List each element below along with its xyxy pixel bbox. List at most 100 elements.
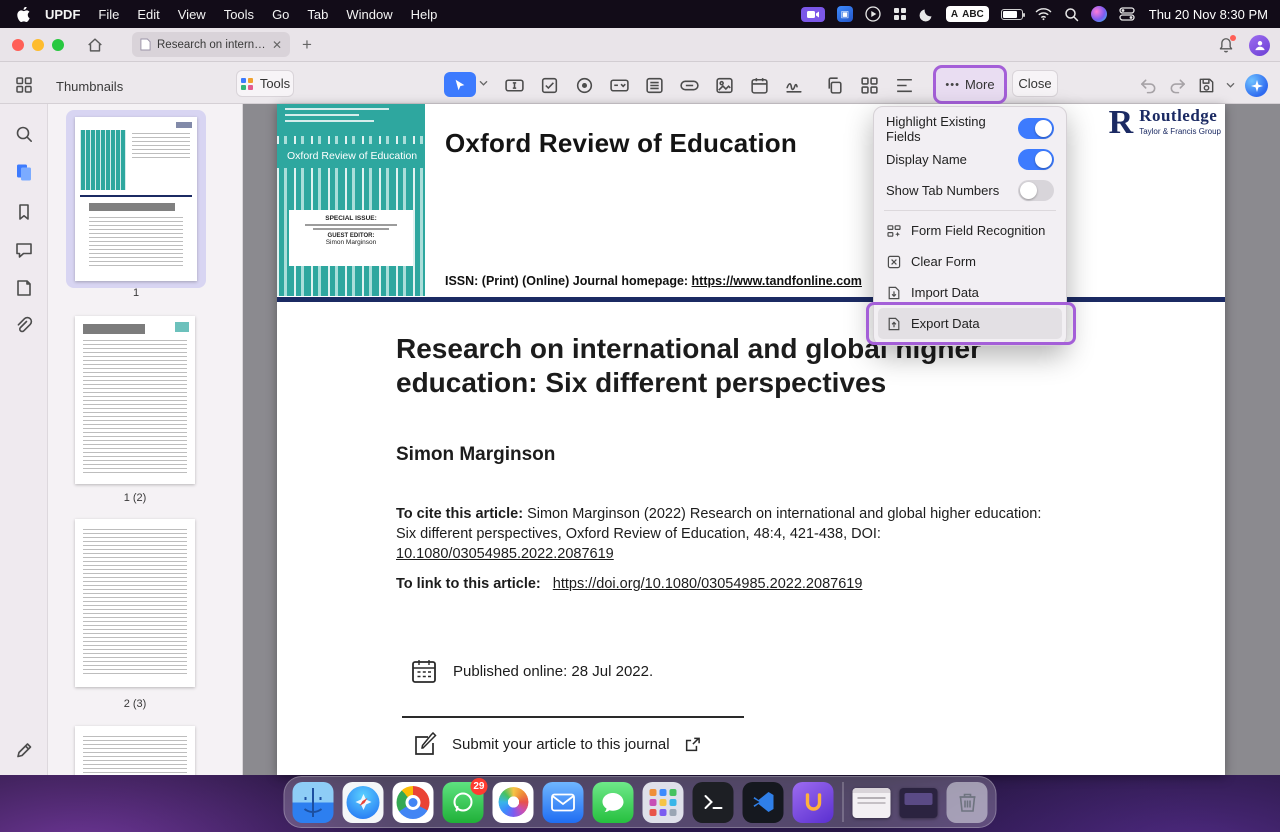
select-tool-button[interactable] xyxy=(444,72,476,97)
battery-icon[interactable] xyxy=(1001,5,1023,23)
account-avatar[interactable] xyxy=(1249,35,1270,56)
article-url-link[interactable]: https://doi.org/10.1080/03054985.2022.20… xyxy=(553,576,863,592)
text-field-tool-icon[interactable] xyxy=(503,74,525,96)
menubar-item-go[interactable]: Go xyxy=(263,7,298,22)
submit-article-link[interactable]: Submit your article to this journal xyxy=(452,736,670,753)
menubar-item-file[interactable]: File xyxy=(89,7,128,22)
menubar-item-view[interactable]: View xyxy=(169,7,215,22)
tools-button[interactable]: Tools xyxy=(236,70,294,97)
wifi-icon[interactable] xyxy=(1035,5,1052,23)
app-grid-icon[interactable] xyxy=(893,5,907,23)
minimize-window-button[interactable] xyxy=(32,39,44,51)
align-fields-icon[interactable] xyxy=(893,74,915,96)
external-link-icon[interactable] xyxy=(684,737,700,753)
thumbnail-label-1[interactable]: 1 xyxy=(66,287,206,299)
close-form-mode-button[interactable]: Close xyxy=(1012,70,1058,97)
menubar-item-help[interactable]: Help xyxy=(402,7,447,22)
journal-homepage-link[interactable]: https://www.tandfonline.com xyxy=(692,274,862,288)
dock-whatsapp-icon[interactable]: 29 xyxy=(443,782,484,823)
utility-icon[interactable]: ▣ xyxy=(837,5,853,23)
menubar-item-tab[interactable]: Tab xyxy=(298,7,337,22)
menu-item-clear-form[interactable]: Clear Form xyxy=(874,246,1066,277)
dock-window-preview-1[interactable] xyxy=(853,788,891,818)
menu-item-show-tab-numbers[interactable]: Show Tab Numbers xyxy=(874,175,1066,206)
screen-recording-icon[interactable] xyxy=(801,5,825,23)
comments-icon[interactable] xyxy=(14,240,34,260)
menu-item-highlight-existing-fields[interactable]: Highlight Existing Fields xyxy=(874,113,1066,144)
radio-button-tool-icon[interactable] xyxy=(573,74,595,96)
signature-field-tool-icon[interactable] xyxy=(783,74,805,96)
list-box-tool-icon[interactable] xyxy=(643,74,665,96)
ai-assistant-icon[interactable] xyxy=(1245,74,1268,97)
highlight-existing-fields-toggle[interactable] xyxy=(1018,118,1054,139)
more-button[interactable]: ••• More xyxy=(933,65,1007,104)
tab-close-icon[interactable]: ✕ xyxy=(272,38,282,52)
dark-mode-icon[interactable] xyxy=(919,5,934,23)
multi-select-grid-icon[interactable] xyxy=(858,74,880,96)
page-thumbnail-3[interactable] xyxy=(75,519,195,687)
dock-chrome-icon[interactable] xyxy=(393,782,434,823)
menu-item-import-data[interactable]: Import Data xyxy=(874,277,1066,308)
show-tab-numbers-toggle[interactable] xyxy=(1018,180,1054,201)
copy-fields-icon[interactable] xyxy=(823,74,845,96)
home-icon[interactable] xyxy=(86,36,104,54)
save-chevron-icon[interactable] xyxy=(1226,82,1235,89)
annotations-icon[interactable] xyxy=(14,278,34,298)
cover-journal-title: Oxford Review of Education xyxy=(277,144,425,168)
push-button-tool-icon[interactable] xyxy=(678,74,700,96)
menubar-item-window[interactable]: Window xyxy=(337,7,401,22)
page-thumbnails-icon[interactable] xyxy=(14,162,34,182)
dock-trash-icon[interactable] xyxy=(947,782,988,823)
dock-photos-icon[interactable] xyxy=(493,782,534,823)
redo-icon[interactable] xyxy=(1168,76,1187,95)
thumbnail-panel-icon[interactable] xyxy=(14,75,34,95)
display-name-toggle[interactable] xyxy=(1018,149,1054,170)
fill-sign-icon[interactable] xyxy=(14,740,34,760)
spotlight-icon[interactable] xyxy=(1064,5,1079,23)
pdf-page: Oxford Review of Education SPECIAL ISSUE… xyxy=(277,104,1225,775)
menubar-clock[interactable]: Thu 20 Nov 8:30 PM xyxy=(1141,7,1268,22)
document-tab[interactable]: Research on international... ✕ xyxy=(132,32,290,57)
new-tab-button[interactable]: + xyxy=(302,35,312,55)
image-field-tool-icon[interactable] xyxy=(713,74,735,96)
search-icon[interactable] xyxy=(14,124,34,144)
siri-icon[interactable] xyxy=(1091,5,1107,23)
close-window-button[interactable] xyxy=(12,39,24,51)
dock-terminal-icon[interactable] xyxy=(693,782,734,823)
dock-mail-icon[interactable] xyxy=(543,782,584,823)
date-field-tool-icon[interactable] xyxy=(748,74,770,96)
attachments-icon[interactable] xyxy=(14,316,34,336)
page-thumbnail-1[interactable] xyxy=(75,117,197,281)
page-thumbnail-2[interactable] xyxy=(75,316,195,484)
control-center-icon[interactable] xyxy=(1119,5,1135,23)
thumbnail-label-2[interactable]: 1 (2) xyxy=(65,492,205,504)
dock-messages-icon[interactable] xyxy=(593,782,634,823)
checkbox-tool-icon[interactable] xyxy=(538,74,560,96)
cover-guest-editor-name: Simon Marginson xyxy=(293,239,409,246)
thumbnail-label-3[interactable]: 2 (3) xyxy=(65,698,205,710)
zoom-window-button[interactable] xyxy=(52,39,64,51)
dock-window-preview-2[interactable] xyxy=(900,788,938,818)
dock-code-icon[interactable] xyxy=(743,782,784,823)
menu-item-form-field-recognition[interactable]: Form Field Recognition xyxy=(874,215,1066,246)
combo-box-tool-icon[interactable] xyxy=(608,74,630,96)
undo-icon[interactable] xyxy=(1139,76,1158,95)
menubar-item-tools[interactable]: Tools xyxy=(215,7,263,22)
select-tool-chevron-icon[interactable] xyxy=(479,80,488,87)
menubar-app-name[interactable]: UPDF xyxy=(36,7,89,22)
dock-launchpad-icon[interactable] xyxy=(643,782,684,823)
dock-updf-icon[interactable] xyxy=(793,782,834,823)
menu-item-export-data[interactable]: Export Data xyxy=(878,308,1062,339)
notifications-bell-icon[interactable] xyxy=(1217,36,1235,55)
dock-finder-icon[interactable] xyxy=(293,782,334,823)
bookmark-icon[interactable] xyxy=(14,202,34,222)
dock-safari-icon[interactable] xyxy=(343,782,384,823)
play-icon[interactable] xyxy=(865,5,881,23)
page-thumbnail-4[interactable] xyxy=(75,726,195,775)
doi-link[interactable]: 10.1080/03054985.2022.2087619 xyxy=(396,546,614,562)
apple-menu-icon[interactable] xyxy=(12,6,34,22)
save-icon[interactable] xyxy=(1197,76,1216,95)
input-source-badge[interactable]: AABC xyxy=(946,5,989,23)
menubar-item-edit[interactable]: Edit xyxy=(128,7,168,22)
menu-item-display-name[interactable]: Display Name xyxy=(874,144,1066,175)
